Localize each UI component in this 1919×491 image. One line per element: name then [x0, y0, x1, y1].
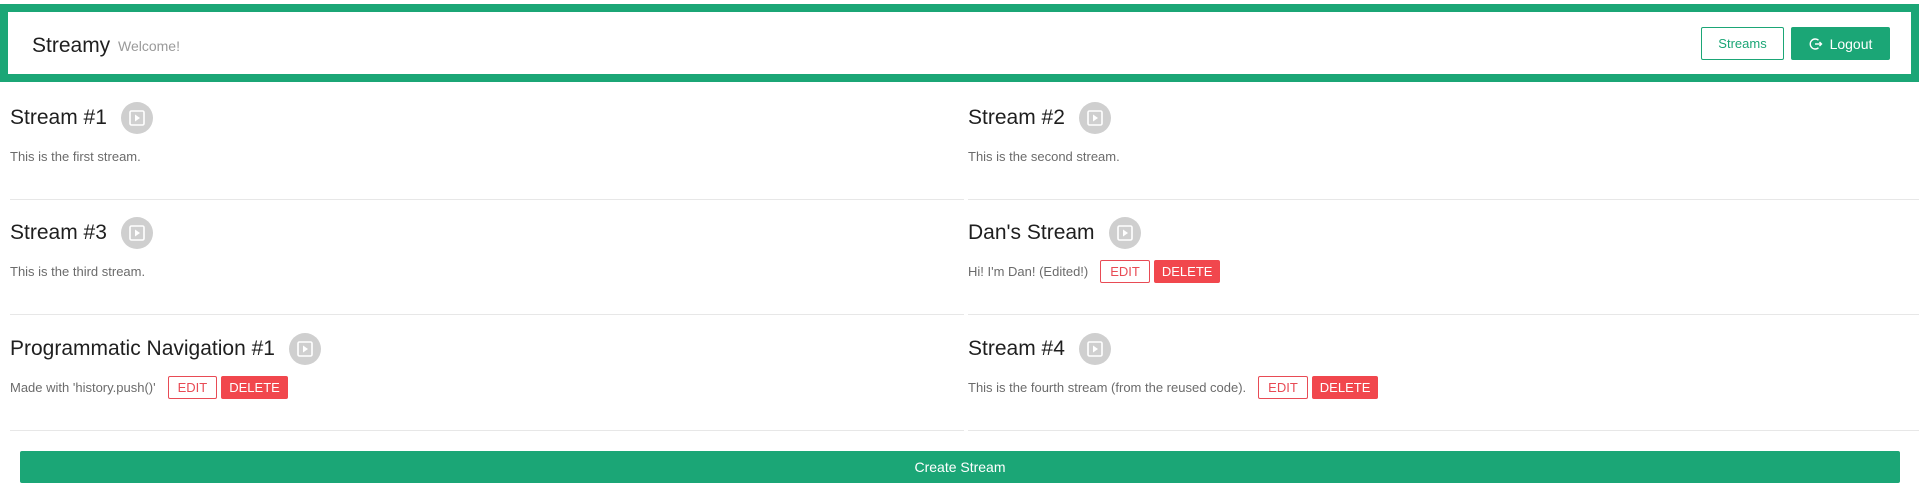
stream-item: Stream #1 This is the first stream. [10, 92, 964, 200]
stream-title[interactable]: Programmatic Navigation #1 [10, 337, 275, 361]
welcome-text: Welcome! [118, 38, 180, 54]
streams-button[interactable]: Streams [1701, 27, 1784, 60]
stream-item: Programmatic Navigation #1 Made with 'hi… [10, 323, 964, 431]
play-icon[interactable] [120, 102, 153, 134]
delete-button[interactable]: DELETE [1311, 375, 1379, 399]
delete-button[interactable]: DELETE [221, 375, 288, 399]
stream-title[interactable]: Stream #3 [10, 221, 107, 245]
logout-icon [1809, 37, 1823, 51]
stream-title[interactable]: Stream #2 [968, 106, 1065, 130]
stream-item: Dan's Stream Hi! I'm Dan! (Edited!) EDIT… [968, 207, 1919, 315]
logout-label: Logout [1829, 35, 1873, 52]
stream-description: This is the third stream. [10, 263, 146, 279]
stream-item: Stream #3 This is the third stream. [10, 207, 964, 315]
delete-button[interactable]: DELETE [1153, 259, 1221, 283]
edit-button[interactable]: EDIT [167, 375, 218, 399]
play-icon[interactable] [120, 217, 153, 249]
stream-title[interactable]: Dan's Stream [968, 221, 1095, 245]
stream-title[interactable]: Stream #1 [10, 106, 107, 130]
stream-title[interactable]: Stream #4 [968, 337, 1065, 361]
play-icon[interactable] [288, 333, 321, 365]
edit-button[interactable]: EDIT [1258, 375, 1308, 399]
stream-description: This is the fourth stream (from the reus… [968, 379, 1247, 395]
stream-item: Stream #2 This is the second stream. [968, 92, 1919, 200]
edit-button[interactable]: EDIT [1100, 259, 1150, 283]
brand-link[interactable]: Streamy [32, 34, 110, 58]
play-icon[interactable] [1078, 102, 1111, 134]
top-menu: Streamy Welcome! Streams Logout [0, 4, 1919, 82]
play-icon[interactable] [1108, 217, 1141, 249]
stream-description: This is the first stream. [10, 148, 141, 164]
create-stream-button[interactable]: Create Stream [20, 451, 1900, 483]
stream-description: Made with 'history.push()' [10, 379, 156, 395]
stream-item: Stream #4 This is the fourth stream (fro… [968, 323, 1919, 431]
play-icon[interactable] [1078, 333, 1111, 365]
stream-description: This is the second stream. [968, 148, 1120, 164]
stream-description: Hi! I'm Dan! (Edited!) [968, 263, 1089, 279]
logout-button[interactable]: Logout [1791, 27, 1890, 60]
